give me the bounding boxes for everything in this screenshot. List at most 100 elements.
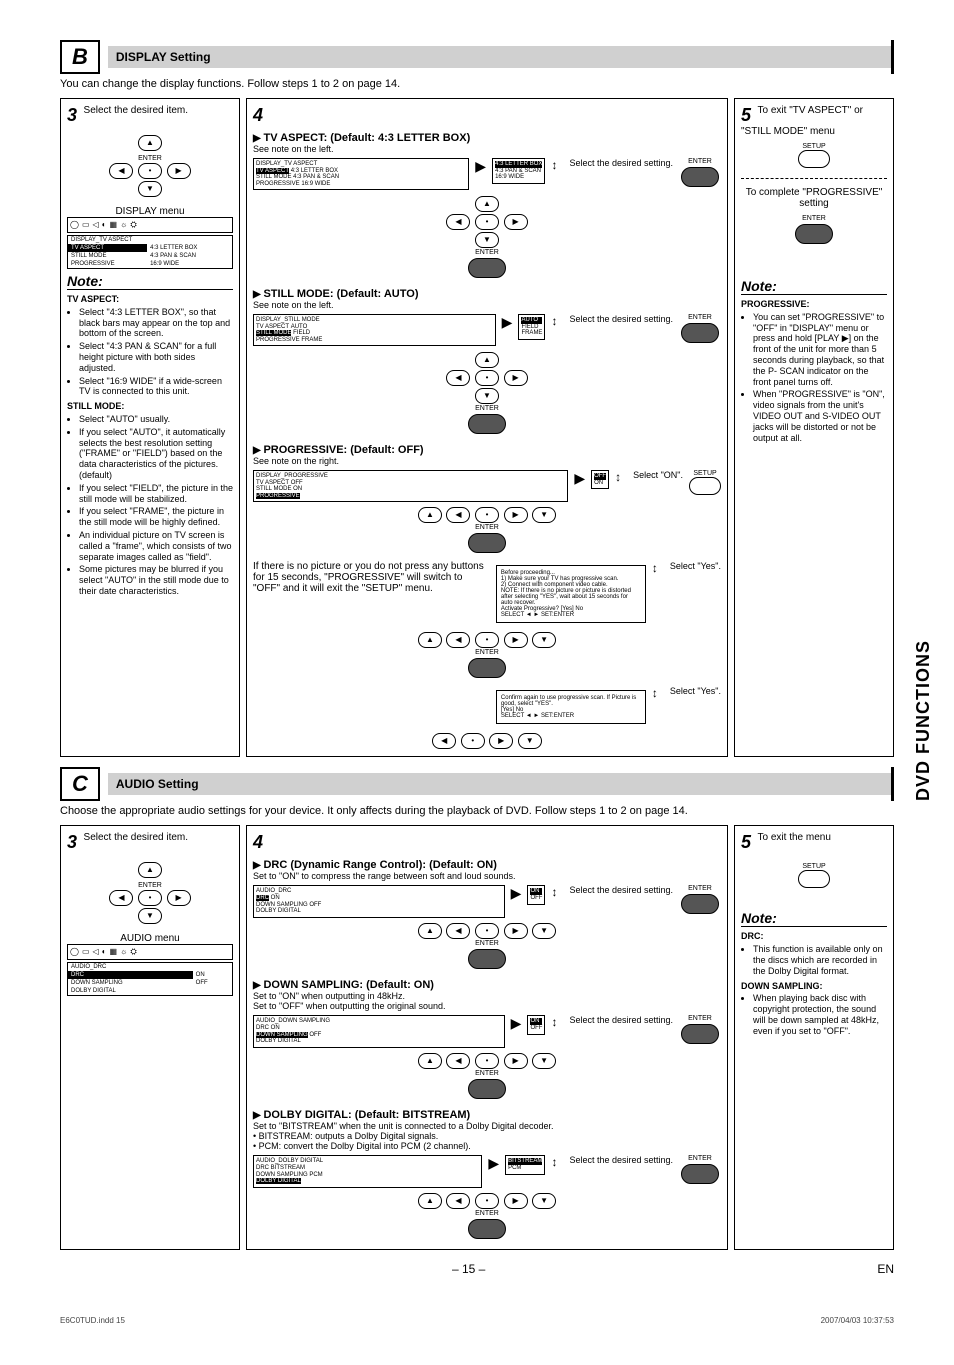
left-icon[interactable]: ◀: [446, 923, 470, 939]
enter-button[interactable]: [681, 167, 719, 187]
down-icon[interactable]: ▼: [138, 908, 162, 924]
enter-label: ENTER: [138, 155, 162, 162]
enter-button[interactable]: [681, 1164, 719, 1184]
still-mode-heading: STILL MODE: (Default: AUTO): [253, 288, 721, 300]
still-mode-label: STILL MODE:: [67, 401, 124, 411]
down-icon[interactable]: ▼: [532, 1053, 556, 1069]
drc-sub: Set to "ON" to compress the range betwee…: [253, 871, 721, 881]
c-step3-col: 3 Select the desired item. ▲ ENTER ◀ • ▶…: [60, 825, 240, 1250]
enter-button[interactable]: [468, 258, 506, 278]
c-step3-text: Select the desired item.: [84, 832, 189, 843]
right-icon[interactable]: ▶: [504, 1193, 528, 1209]
right-icon[interactable]: ▶: [167, 890, 191, 906]
right-icon[interactable]: ▶: [504, 370, 528, 386]
enter-button[interactable]: [468, 1219, 506, 1239]
side-tab: DVD FUNCTIONS: [913, 640, 934, 801]
up-icon[interactable]: ▲: [138, 135, 162, 151]
section-b-letter: B: [60, 40, 100, 74]
dolby-menu-left: AUDIO_DOLBY DIGITAL DRC BITSTREAM DOWN S…: [253, 1155, 482, 1187]
menu-icon-bar: ◯▭◁◐▦☼⛭: [67, 217, 233, 233]
up-icon[interactable]: ▲: [418, 632, 442, 648]
b-step5-exit1: To exit "TV ASPECT" or "STILL MODE" menu: [741, 105, 863, 137]
up-icon[interactable]: ▲: [475, 352, 499, 368]
left-icon[interactable]: ◀: [446, 370, 470, 386]
left-icon[interactable]: ◀: [446, 632, 470, 648]
up-icon[interactable]: ▲: [418, 1053, 442, 1069]
down-label: DOWN SAMPLING:: [741, 981, 823, 991]
b-step3-text: Select the desired item.: [84, 105, 189, 116]
progressive-sub: See note on the right.: [253, 456, 721, 466]
down-icon[interactable]: ▼: [518, 733, 542, 749]
c-step5-num: 5: [741, 832, 751, 853]
enter-button[interactable]: [681, 894, 719, 914]
down-icon[interactable]: ▼: [532, 507, 556, 523]
ok-icon[interactable]: •: [475, 1193, 499, 1209]
right-icon[interactable]: ▶: [504, 507, 528, 523]
down-icon[interactable]: ▼: [475, 388, 499, 404]
ok-icon[interactable]: •: [138, 890, 162, 906]
left-icon[interactable]: ◀: [109, 890, 133, 906]
up-icon[interactable]: ▲: [418, 507, 442, 523]
right-icon[interactable]: ▶: [504, 632, 528, 648]
drc-menu-left: AUDIO_DRC DRC ON DOWN SAMPLING OFF DOLBY…: [253, 885, 505, 917]
updown-icon: ↕: [551, 885, 557, 899]
tv-aspect-sub: See note on the left.: [253, 144, 721, 154]
b-step3-col: 3 Select the desired item. ▲ ENTER ◀ • ▶…: [60, 98, 240, 757]
setup-button[interactable]: [689, 477, 721, 495]
ok-icon[interactable]: •: [138, 163, 162, 179]
arrow-right-icon: ▶: [488, 1155, 499, 1172]
down-icon[interactable]: ▼: [532, 632, 556, 648]
prog-menu-right: OFF ON: [591, 470, 609, 489]
arrow-right-icon: ▶: [574, 470, 585, 487]
enter-button[interactable]: [681, 1024, 719, 1044]
enter-label-center: ENTER: [253, 405, 721, 412]
up-icon[interactable]: ▲: [418, 1193, 442, 1209]
up-icon[interactable]: ▲: [138, 862, 162, 878]
enter-label: ENTER: [138, 882, 162, 889]
right-icon[interactable]: ▶: [167, 163, 191, 179]
down-icon[interactable]: ▼: [532, 1193, 556, 1209]
left-icon[interactable]: ◀: [446, 214, 470, 230]
right-icon[interactable]: ▶: [504, 1053, 528, 1069]
ok-icon[interactable]: •: [475, 214, 499, 230]
enter-button[interactable]: [468, 533, 506, 553]
enter-button[interactable]: [468, 949, 506, 969]
enter-button[interactable]: [468, 658, 506, 678]
left-icon[interactable]: ◀: [109, 163, 133, 179]
ok-icon[interactable]: •: [475, 370, 499, 386]
ok-icon[interactable]: •: [475, 632, 499, 648]
right-icon[interactable]: ▶: [504, 214, 528, 230]
section-b-grid: 3 Select the desired item. ▲ ENTER ◀ • ▶…: [60, 98, 894, 757]
progressive-label: PROGRESSIVE:: [741, 299, 810, 309]
enter-button[interactable]: [795, 224, 833, 244]
section-c-intro: Choose the appropriate audio settings fo…: [60, 805, 894, 817]
page-lang: EN: [877, 1262, 894, 1276]
ok-icon[interactable]: •: [475, 507, 499, 523]
down-icon[interactable]: ▼: [138, 181, 162, 197]
setup-button[interactable]: [798, 870, 830, 888]
up-icon[interactable]: ▲: [418, 923, 442, 939]
b-step5-exit2: To complete "PROGRESSIVE" setting: [741, 187, 887, 209]
left-icon[interactable]: ◀: [446, 1053, 470, 1069]
setup-button[interactable]: [798, 150, 830, 168]
left-icon[interactable]: ◀: [446, 1193, 470, 1209]
right-icon[interactable]: ▶: [504, 923, 528, 939]
left-icon[interactable]: ◀: [432, 733, 456, 749]
ok-icon[interactable]: •: [461, 733, 485, 749]
ok-icon[interactable]: •: [475, 923, 499, 939]
c-step4-col: 4 DRC (Dynamic Range Control): (Default:…: [246, 825, 728, 1250]
setup-label: SETUP: [741, 143, 887, 150]
ok-icon[interactable]: •: [475, 1053, 499, 1069]
enter-label: ENTER: [679, 314, 721, 321]
b-note3-body: TV ASPECT: Select "4:3 LETTER BOX", so t…: [67, 294, 233, 597]
enter-button[interactable]: [468, 1079, 506, 1099]
enter-button[interactable]: [681, 323, 719, 343]
down-icon[interactable]: ▼: [475, 232, 499, 248]
left-icon[interactable]: ◀: [446, 507, 470, 523]
down-icon[interactable]: ▼: [532, 923, 556, 939]
right-icon[interactable]: ▶: [489, 733, 513, 749]
enter-button[interactable]: [468, 414, 506, 434]
dolby-select: Select the desired setting.: [569, 1155, 673, 1165]
up-icon[interactable]: ▲: [475, 196, 499, 212]
indd-date: 2007/04/03 10:37:53: [821, 1316, 894, 1325]
